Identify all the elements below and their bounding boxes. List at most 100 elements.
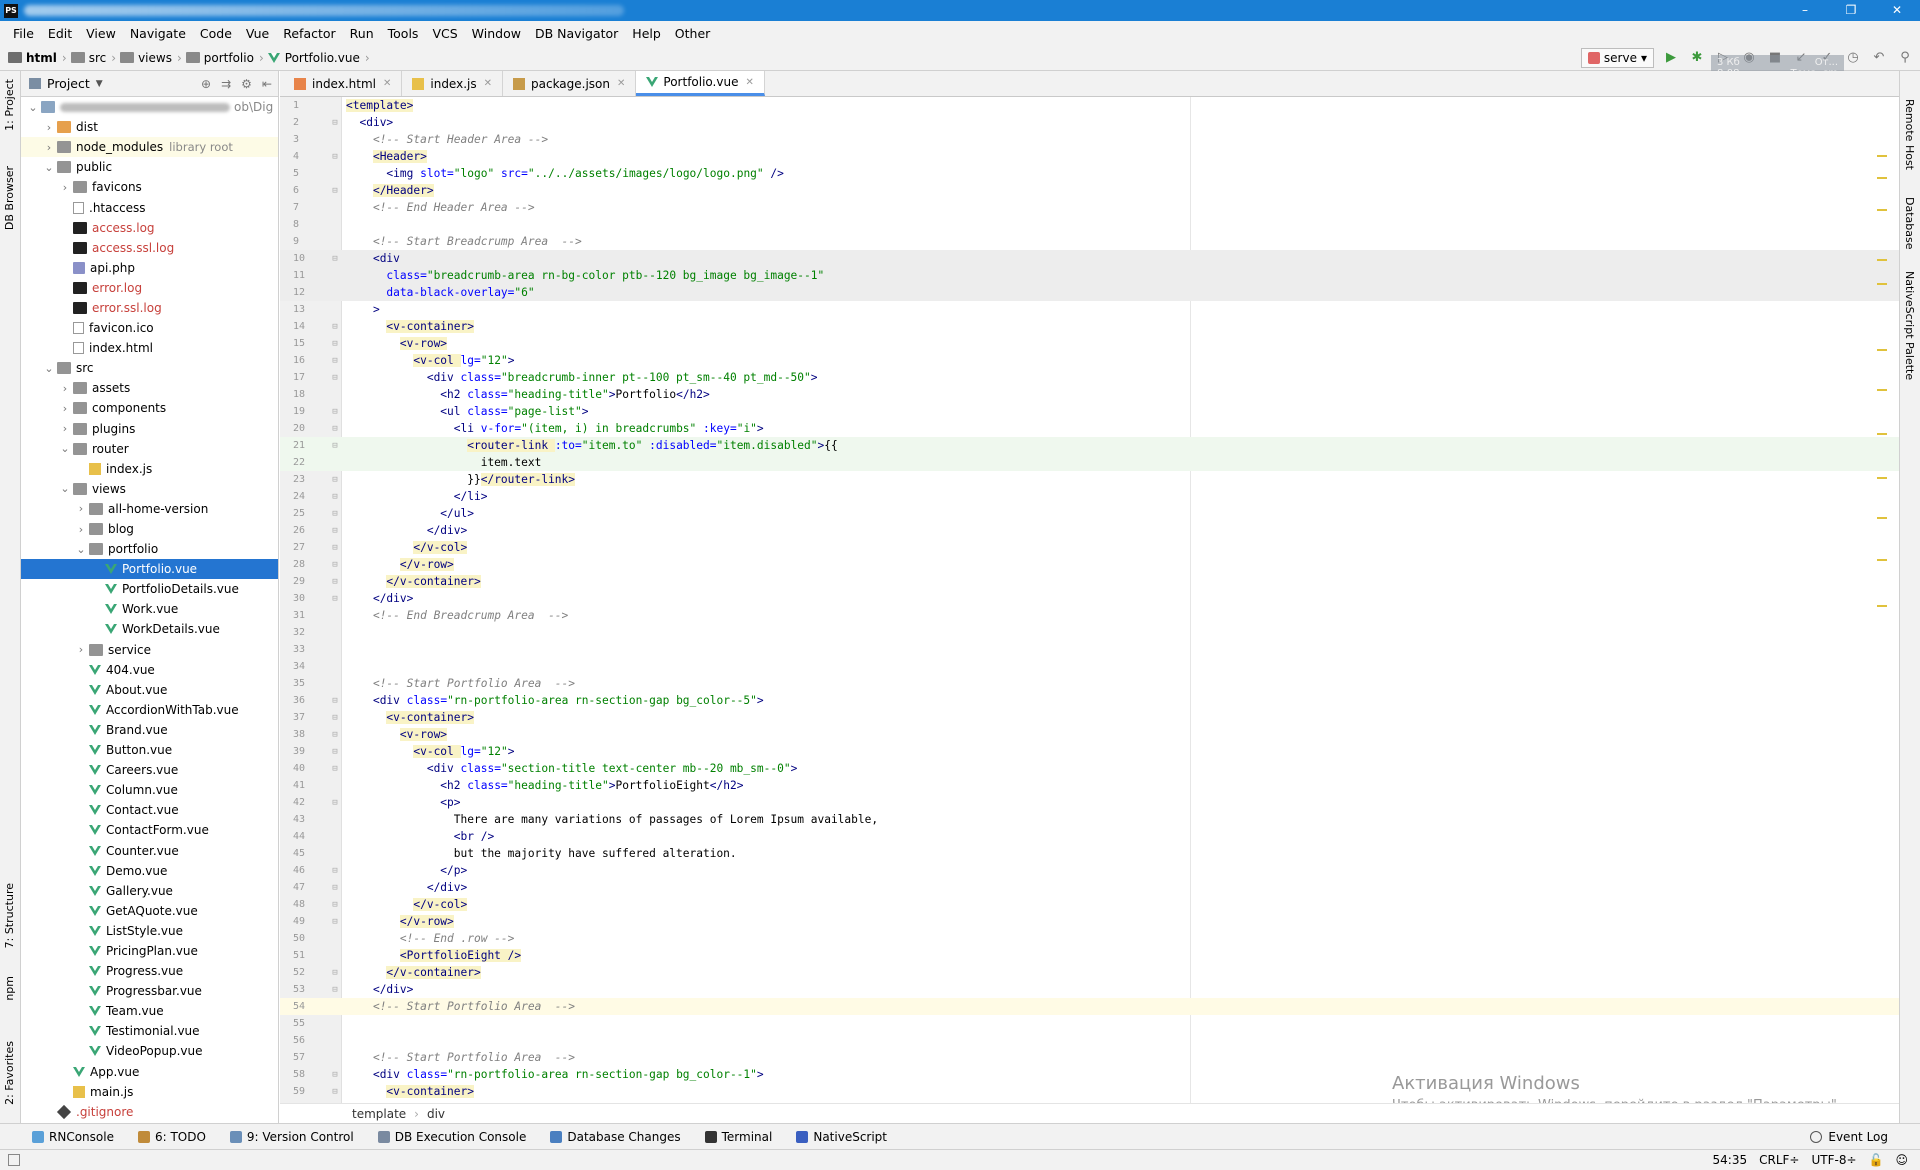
code-line[interactable]: 42 ⊟ <p>: [280, 794, 1899, 811]
tree-item[interactable]: Portfolio.vue: [21, 559, 278, 580]
code-line[interactable]: 33: [280, 641, 1899, 658]
tree-item[interactable]: › plugins: [21, 419, 278, 439]
tool-database[interactable]: Database: [1903, 197, 1916, 250]
fold-marker-icon[interactable]: ⊟: [328, 730, 342, 740]
scope-icon[interactable]: ⊕: [201, 77, 211, 91]
code-line[interactable]: 6 ⊟ </Header>: [280, 182, 1899, 199]
menu-navigate[interactable]: Navigate: [123, 26, 193, 41]
collapse-all-icon[interactable]: ⇉: [221, 77, 231, 91]
tree-item[interactable]: .htaccess: [21, 197, 278, 217]
close-tab-icon[interactable]: ✕: [745, 77, 753, 88]
tool-window-9-version-control[interactable]: 9: Version Control: [229, 1130, 354, 1144]
tree-item[interactable]: VideoPopup.vue: [21, 1041, 278, 1061]
tool-window-6-todo[interactable]: 6: TODO: [137, 1130, 206, 1144]
tool-favorites[interactable]: 2: Favorites: [3, 1041, 16, 1105]
tree-item[interactable]: Demo.vue: [21, 861, 278, 881]
fold-marker-icon[interactable]: ⊟: [328, 186, 342, 196]
menu-edit[interactable]: Edit: [41, 26, 79, 41]
code-line[interactable]: 5 <img slot="logo" src="../../assets/ima…: [280, 165, 1899, 182]
code-line[interactable]: 28 ⊟ </v-row>: [280, 556, 1899, 573]
fold-marker-icon[interactable]: ⊟: [328, 543, 342, 553]
fold-marker-icon[interactable]: ⊟: [328, 560, 342, 570]
tree-item[interactable]: ⌄ public: [21, 157, 278, 177]
tree-item[interactable]: error.log: [21, 278, 278, 298]
inspector-icon[interactable]: ☺: [1895, 1153, 1908, 1167]
chevron-down-icon[interactable]: ▼: [96, 79, 103, 89]
fold-marker-icon[interactable]: ⊟: [328, 373, 342, 383]
tree-item[interactable]: Team.vue: [21, 1001, 278, 1021]
code-line[interactable]: 4 ⊟ <Header>: [280, 148, 1899, 165]
tree-item[interactable]: main.js: [21, 1082, 278, 1102]
code-line[interactable]: 11 class="breadcrumb-area rn-bg-color pt…: [280, 267, 1899, 284]
chevron-down-icon[interactable]: ⌄: [57, 482, 73, 495]
tree-item[interactable]: access.log: [21, 218, 278, 238]
tree-item[interactable]: Button.vue: [21, 740, 278, 760]
menu-vue[interactable]: Vue: [239, 26, 276, 41]
tree-item[interactable]: Careers.vue: [21, 760, 278, 780]
tree-item[interactable]: ⌄ router: [21, 439, 278, 459]
code-line[interactable]: 56: [280, 1032, 1899, 1049]
tool-window-nativescript[interactable]: NativeScript: [796, 1130, 887, 1144]
tree-item[interactable]: Column.vue: [21, 780, 278, 800]
close-tab-icon[interactable]: ✕: [484, 78, 492, 89]
fold-marker-icon[interactable]: ⊟: [328, 475, 342, 485]
code-line[interactable]: 47 ⊟ </div>: [280, 879, 1899, 896]
menu-file[interactable]: File: [6, 26, 41, 41]
menu-help[interactable]: Help: [625, 26, 668, 41]
fold-marker-icon[interactable]: ⊟: [328, 1070, 342, 1080]
code-line[interactable]: 48 ⊟ </v-col>: [280, 896, 1899, 913]
chevron-right-icon[interactable]: ›: [57, 382, 73, 395]
tree-item[interactable]: PortfolioDetails.vue: [21, 579, 278, 599]
fold-marker-icon[interactable]: ⊟: [328, 917, 342, 927]
code-line[interactable]: 23 ⊟ }}</router-link>: [280, 471, 1899, 488]
menu-run[interactable]: Run: [343, 26, 381, 41]
chevron-right-icon[interactable]: ›: [73, 643, 89, 656]
code-line[interactable]: 29 ⊟ </v-container>: [280, 573, 1899, 590]
tree-item[interactable]: ⌄ src: [21, 358, 278, 378]
tree-item[interactable]: favicon.ico: [21, 318, 278, 338]
code-line[interactable]: 8: [280, 216, 1899, 233]
caret-position[interactable]: 54:35: [1713, 1153, 1748, 1167]
code-line[interactable]: 3 <!-- Start Header Area -->: [280, 131, 1899, 148]
code-line[interactable]: 9 <!-- Start Breadcrump Area -->: [280, 233, 1899, 250]
breadcrumb-html[interactable]: html ›: [8, 51, 67, 65]
tree-item[interactable]: Work.vue: [21, 599, 278, 619]
editor-crumb-div[interactable]: div: [427, 1107, 445, 1121]
fold-marker-icon[interactable]: ⊟: [328, 492, 342, 502]
code-line[interactable]: 27 ⊟ </v-col>: [280, 539, 1899, 556]
close-window-button[interactable]: ✕: [1874, 0, 1920, 21]
chevron-right-icon[interactable]: ›: [73, 502, 89, 515]
fold-marker-icon[interactable]: ⊟: [328, 577, 342, 587]
tab-portfolio-vue[interactable]: Portfolio.vue ✕: [636, 71, 765, 96]
tree-item[interactable]: 404.vue: [21, 660, 278, 680]
tree-item[interactable]: › favicons: [21, 177, 278, 197]
code-line[interactable]: 20 ⊟ <li v-for="(item, i) in breadcrumbs"…: [280, 420, 1899, 437]
code-line[interactable]: 31 <!-- End Breadcrump Area -->: [280, 607, 1899, 624]
tool-window-rnconsole[interactable]: RNConsole: [32, 1130, 114, 1144]
run-config-select[interactable]: serve ▾: [1580, 48, 1654, 68]
code-line[interactable]: 22 item.text: [280, 454, 1899, 471]
tree-item[interactable]: Brand.vue: [21, 720, 278, 740]
code-line[interactable]: 50 <!-- End .row -->: [280, 930, 1899, 947]
line-separator[interactable]: CRLF÷: [1759, 1153, 1799, 1167]
fold-marker-icon[interactable]: ⊟: [328, 118, 342, 128]
menu-other[interactable]: Other: [668, 26, 718, 41]
tree-item[interactable]: Counter.vue: [21, 840, 278, 860]
tree-item[interactable]: ⌄ views: [21, 479, 278, 499]
code-line[interactable]: 10 ⊟ <div: [280, 250, 1899, 267]
breadcrumb-src[interactable]: src ›: [70, 51, 116, 65]
vcs-revert-icon[interactable]: ↶: [1870, 49, 1888, 67]
editor-crumb-template[interactable]: template: [352, 1107, 406, 1121]
code-line[interactable]: 40 ⊟ <div class="section-title text-cente…: [280, 760, 1899, 777]
fold-marker-icon[interactable]: ⊟: [328, 509, 342, 519]
tool-window-terminal[interactable]: Terminal: [704, 1130, 772, 1144]
vcs-history-icon[interactable]: ◷: [1844, 49, 1862, 67]
code-line[interactable]: 1 <template>: [280, 97, 1899, 114]
code-line[interactable]: 46 ⊟ </p>: [280, 862, 1899, 879]
chevron-down-icon[interactable]: ⌄: [41, 161, 57, 174]
fold-marker-icon[interactable]: ⊟: [328, 713, 342, 723]
tree-item[interactable]: PricingPlan.vue: [21, 941, 278, 961]
gear-icon[interactable]: ⚙: [241, 77, 252, 91]
code-line[interactable]: 7 <!-- End Header Area -->: [280, 199, 1899, 216]
code-line[interactable]: 39 ⊟ <v-col lg="12">: [280, 743, 1899, 760]
